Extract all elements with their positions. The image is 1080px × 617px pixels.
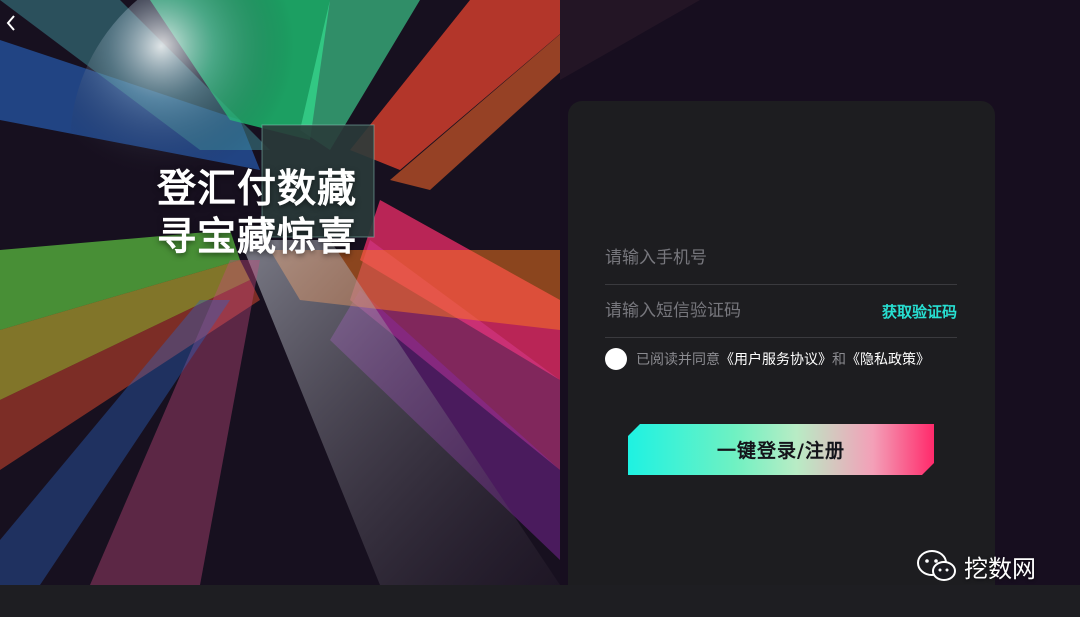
watermark-text: 挖数网 xyxy=(964,554,1036,583)
login-panel: 获取验证码 已阅读并同意 《用户服务协议》 和 《隐私政策》 一键登录/注册 xyxy=(568,101,995,601)
chevron-left-icon xyxy=(6,15,15,31)
agreement-row: 已阅读并同意 《用户服务协议》 和 《隐私政策》 xyxy=(605,348,930,370)
back-button[interactable] xyxy=(0,10,22,36)
sms-code-field-row: 获取验证码 xyxy=(605,285,957,338)
bottom-strip xyxy=(0,585,1080,617)
slogan-line-1: 登汇付数藏 xyxy=(157,167,358,212)
login-register-button[interactable]: 一键登录/注册 xyxy=(628,424,934,475)
phone-input[interactable] xyxy=(605,248,957,268)
hero-slogan: 登汇付数藏 寻宝藏惊喜 xyxy=(157,166,357,262)
slogan-line-2: 寻宝藏惊喜 xyxy=(157,215,358,260)
agree-and: 和 xyxy=(832,352,846,368)
wechat-icon xyxy=(917,550,956,581)
phone-field-row xyxy=(605,232,957,285)
agree-prefix: 已阅读并同意 xyxy=(636,352,720,368)
watermark: 挖数网 xyxy=(916,548,1036,584)
get-code-button[interactable]: 获取验证码 xyxy=(882,301,957,322)
user-agreement-link[interactable]: 《用户服务协议》 xyxy=(720,349,832,369)
agree-radio[interactable] xyxy=(605,348,627,370)
privacy-policy-link[interactable]: 《隐私政策》 xyxy=(846,349,930,369)
sms-code-input[interactable] xyxy=(605,301,882,321)
